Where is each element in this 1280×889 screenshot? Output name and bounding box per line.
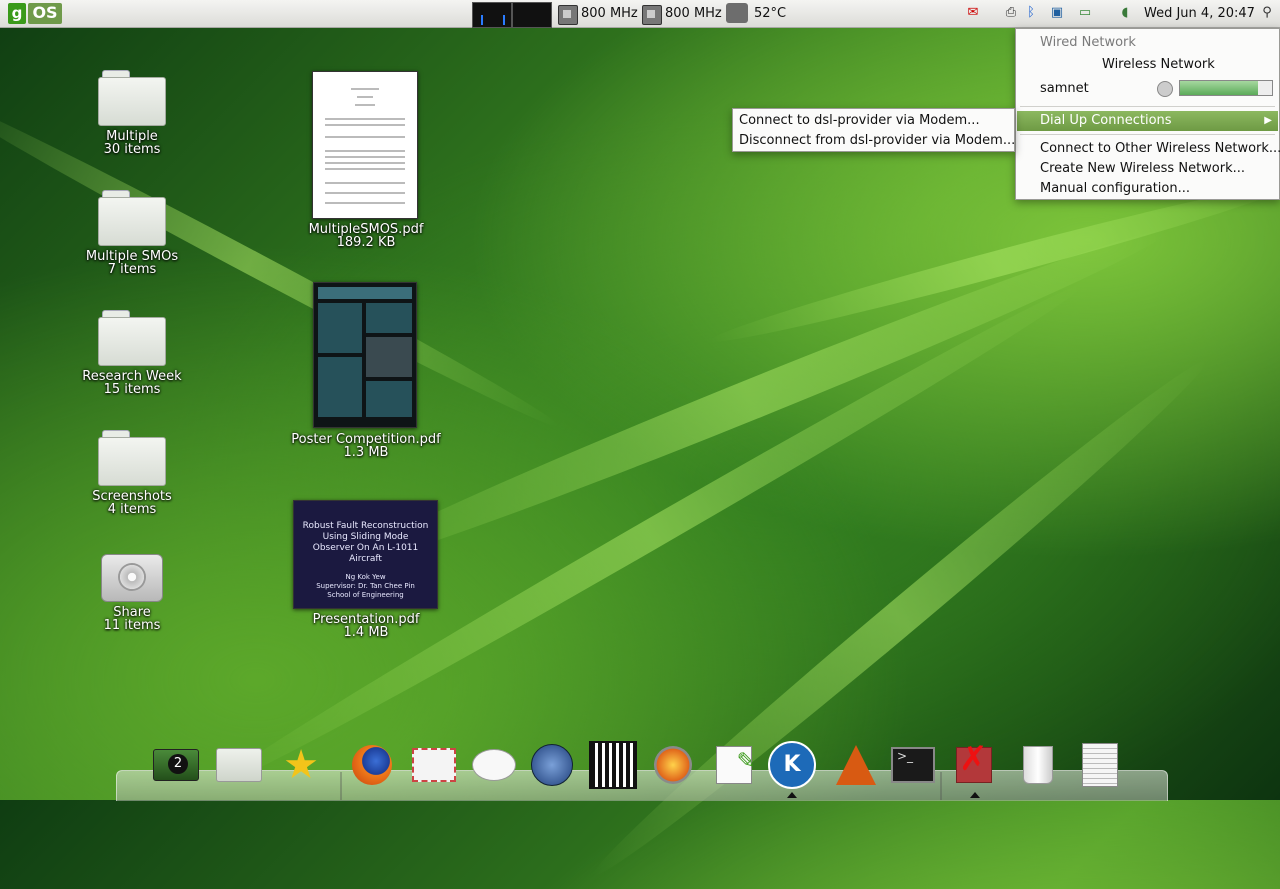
submenu-arrow-icon: ▶ (1264, 115, 1272, 126)
cpu1-frequency: 800 MHz (581, 6, 638, 21)
encryption-icon (1157, 81, 1173, 97)
running-indicator (970, 792, 980, 798)
system-monitor-graph[interactable] (512, 2, 552, 28)
mail-icon[interactable] (410, 742, 458, 788)
printer-icon[interactable]: ⎙ (1002, 5, 1020, 21)
battery-icon[interactable]: ▭ (1076, 5, 1094, 21)
hard-drive-icon (101, 554, 163, 602)
menu-separator (1020, 134, 1275, 135)
create-new-wireless-item[interactable]: Create New Wireless Network... (1040, 159, 1245, 179)
logo-os: OS (28, 3, 62, 24)
matlab-icon[interactable] (832, 742, 880, 788)
movie-icon[interactable] (589, 741, 637, 789)
notification-icon[interactable]: ✉ (964, 5, 982, 21)
grass-blade (325, 212, 1175, 588)
presentation-school: School of Engineering (327, 591, 404, 599)
running-indicator (787, 792, 797, 798)
pdf-thumbnail-multiplesmos[interactable] (312, 71, 418, 219)
temperature-icon[interactable] (726, 3, 748, 23)
folder-icon (98, 70, 166, 126)
dock (116, 770, 1168, 801)
wireless-network-samnet[interactable]: samnet (1040, 79, 1089, 99)
file-label-multiplesmos[interactable]: MultipleSMOS.pdf 189.2 KB (296, 223, 436, 249)
network-menu: Wired Network Wireless Network samnet Di… (1015, 28, 1280, 200)
folder-count: 4 items (107, 502, 157, 517)
file-label-poster[interactable]: Poster Competition.pdf 1.3 MB (281, 433, 451, 459)
bluetooth-icon[interactable]: ᛒ (1022, 5, 1040, 21)
menu-separator (1020, 106, 1275, 107)
manual-configuration-item[interactable]: Manual configuration... (1040, 179, 1190, 199)
connect-dsl-item[interactable]: Connect to dsl-provider via Modem... (739, 111, 980, 131)
network-icon[interactable]: ▣ (1048, 5, 1066, 21)
presentation-author: Ng Kok Yew (345, 573, 386, 581)
desktop-folder-screenshots[interactable]: Screenshots 4 items (62, 430, 202, 516)
star-icon[interactable]: ★ (277, 742, 325, 788)
cpu-freq-icon[interactable] (642, 5, 662, 25)
workspace-number: 2 (168, 754, 188, 774)
wolf-icon[interactable] (528, 742, 576, 788)
desktop-folder-research-week[interactable]: Research Week 15 items (62, 310, 202, 396)
network-monitor-graph[interactable] (472, 2, 512, 28)
gos-logo[interactable]: g OS (8, 3, 62, 24)
temperature-reading: 52°C (754, 6, 787, 21)
folder-count: 7 items (107, 262, 157, 277)
folder-icon[interactable] (215, 742, 263, 788)
clock[interactable]: Wed Jun 4, 20:47 (1144, 6, 1255, 21)
folder-icon (98, 430, 166, 486)
folder-count: 30 items (103, 142, 161, 157)
search-icon[interactable]: ⚲ (1258, 5, 1276, 21)
pdf-thumbnail-poster[interactable] (313, 282, 417, 428)
desktop-drive-share[interactable]: Share 11 items (62, 550, 202, 632)
folder-icon (98, 310, 166, 366)
text-editor-icon[interactable]: ✎ (710, 742, 758, 788)
trash-icon[interactable] (1014, 742, 1062, 788)
terminal-icon[interactable]: >_ (889, 742, 937, 788)
logo-g: g (8, 3, 26, 24)
pdf-thumbnail-presentation[interactable]: Robust Fault Reconstruction Using Slidin… (293, 500, 438, 609)
firefox-icon[interactable] (348, 742, 396, 788)
file-size: 189.2 KB (336, 235, 396, 250)
cpu-freq-icon[interactable] (558, 5, 578, 25)
kile-icon[interactable]: K (768, 741, 816, 789)
dock-separator (940, 772, 942, 800)
folder-count: 15 items (103, 382, 161, 397)
cpu2-frequency: 800 MHz (665, 6, 722, 21)
top-panel: g OS 800 MHz 800 MHz 52°C ✉ ⎙ ᛒ ▣ ▭ ◖ We… (0, 0, 1280, 28)
file-size: 1.4 MB (343, 625, 389, 640)
dial-up-connections-item[interactable]: Dial Up Connections ▶ (1017, 111, 1278, 131)
desktop-folder-multiple[interactable]: Multiple 30 items (62, 70, 202, 156)
fire-icon[interactable] (649, 742, 697, 788)
document-icon[interactable] (1076, 742, 1124, 788)
connect-other-wireless-item[interactable]: Connect to Other Wireless Network... (1040, 139, 1280, 159)
folder-icon (98, 190, 166, 246)
wired-network-item: Wired Network (1040, 35, 1136, 50)
disconnect-dsl-item[interactable]: Disconnect from dsl-provider via Modem..… (739, 131, 1015, 151)
drive-count: 11 items (103, 618, 161, 633)
chat-icon[interactable] (470, 742, 518, 788)
dialup-submenu: Connect to dsl-provider via Modem... Dis… (732, 108, 1015, 152)
presentation-supervisor: Supervisor: Dr. Tan Chee Pin (316, 582, 415, 590)
file-size: 1.3 MB (343, 445, 389, 460)
presentation-title: Robust Fault Reconstruction Using Slidin… (302, 521, 429, 564)
pdf-editor-icon[interactable]: ✗ (950, 742, 998, 788)
dock-separator (340, 772, 342, 800)
desktop-folder-multiple-smos[interactable]: Multiple SMOs 7 items (62, 190, 202, 276)
workspace-switcher-icon[interactable]: 2 (152, 742, 200, 788)
file-label-presentation[interactable]: Presentation.pdf 1.4 MB (296, 613, 436, 639)
signal-strength-bar (1179, 80, 1273, 96)
dial-up-label: Dial Up Connections (1040, 113, 1172, 128)
volume-icon[interactable]: ◖ (1116, 5, 1134, 21)
wireless-network-header: Wireless Network (1102, 57, 1215, 72)
